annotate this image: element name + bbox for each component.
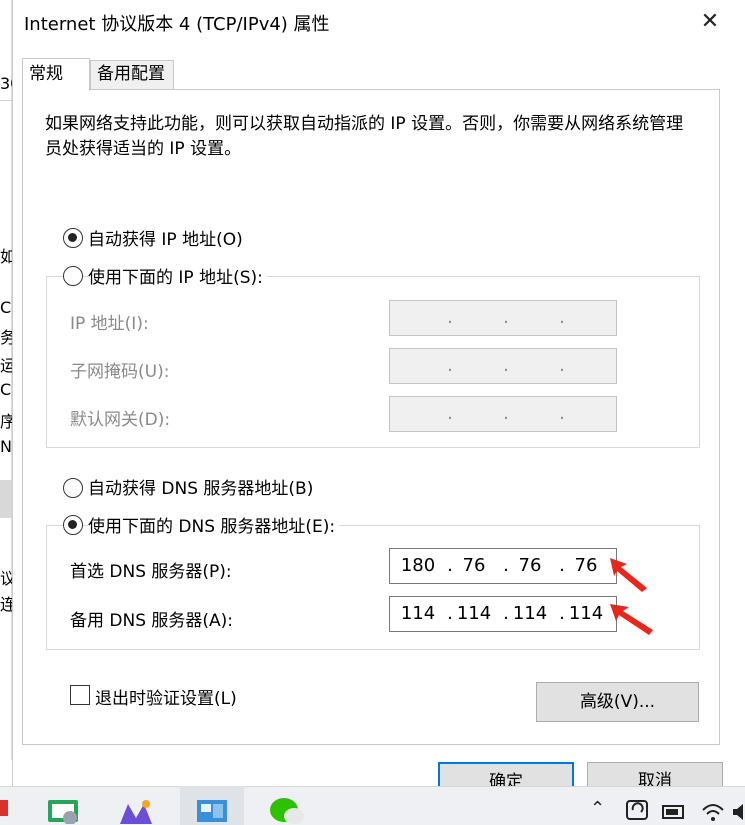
background-text-fragment: 务	[0, 328, 12, 347]
volume-icon[interactable]	[732, 800, 745, 824]
background-text-fragment: CI	[0, 298, 12, 317]
ip-dot: .	[447, 403, 453, 424]
background-text-fragment: 运	[0, 356, 12, 375]
auto-dns-radio-label[interactable]: 自动获得 DNS 服务器地址(B)	[88, 474, 318, 499]
ip-dot: .	[503, 307, 509, 328]
default-gateway-input: . . .	[389, 396, 617, 432]
arrow-icon	[610, 558, 647, 592]
ip-octet[interactable]: 76	[452, 555, 496, 576]
validate-on-exit-label[interactable]: 退出时验证设置(L)	[95, 684, 237, 709]
ip-octet[interactable]: 114	[508, 603, 552, 624]
ip-octet[interactable]: 114	[396, 603, 440, 624]
background-text-fragment: 议	[0, 569, 12, 588]
default-gateway-label: 默认网关(D):	[70, 410, 171, 430]
description-text: 如果网络支持此功能，则可以获取自动指派的 IP 设置。否则，你需要从网络系统管理…	[45, 114, 684, 159]
remote-desktop-icon[interactable]	[46, 796, 84, 824]
chevron-up-icon[interactable]: ⌃	[590, 798, 605, 819]
dialog-title: Internet 协议版本 4 (TCP/IPv4) 属性	[24, 14, 330, 35]
manual-dns-radio[interactable]	[63, 515, 83, 535]
background-divider	[0, 100, 12, 101]
background-text-fragment: 连	[0, 595, 12, 614]
app-m-icon[interactable]	[118, 798, 156, 825]
control-panel-icon[interactable]	[195, 798, 231, 824]
manual-ip-radio[interactable]	[63, 266, 83, 286]
tab-alternate-configuration[interactable]: 备用配置	[90, 60, 174, 89]
ip-octet[interactable]: 180	[396, 555, 440, 576]
sync-icon[interactable]	[625, 798, 651, 824]
auto-ip-radio[interactable]	[63, 228, 83, 248]
ip-dot: .	[447, 307, 453, 328]
ip-dot: .	[559, 403, 565, 424]
background-text-fragment: 序	[0, 412, 12, 431]
background-text-fragment: N/	[0, 437, 12, 456]
background-text-fragment: CI	[0, 380, 12, 399]
manual-ip-radio-label[interactable]: 使用下面的 IP 地址(S):	[88, 263, 267, 288]
battery-icon[interactable]	[661, 802, 689, 822]
ip-address-label: IP 地址(I):	[70, 314, 149, 334]
ip-dot: .	[503, 403, 509, 424]
ip-address-input: . . .	[389, 300, 617, 336]
manual-dns-radio-label[interactable]: 使用下面的 DNS 服务器地址(E):	[88, 512, 340, 537]
ip-octet[interactable]: 76	[508, 555, 552, 576]
tab-general[interactable]: 常规	[22, 58, 90, 91]
ip-dot: .	[447, 355, 453, 376]
background-text-fragment: 如	[0, 247, 12, 266]
app-icon[interactable]	[0, 798, 10, 818]
subnet-mask-input: . . .	[389, 348, 617, 384]
ip-dot: .	[559, 307, 565, 328]
arrow-icon	[610, 604, 653, 635]
annotation-arrows	[610, 558, 653, 635]
subnet-mask-label: 子网掩码(U):	[70, 362, 170, 382]
ip-dot: .	[559, 355, 565, 376]
auto-dns-radio[interactable]	[63, 478, 83, 498]
close-icon[interactable]: ✕	[698, 8, 722, 36]
wechat-icon[interactable]	[268, 796, 308, 825]
ip-octet[interactable]: 114	[564, 603, 608, 624]
preferred-dns-label: 首选 DNS 服务器(P):	[70, 562, 232, 582]
validate-on-exit-checkbox[interactable]	[70, 685, 90, 705]
background-gray-band	[0, 480, 12, 518]
preferred-dns-input[interactable]: 180 . 76 . 76 . 76	[389, 548, 617, 584]
wifi-icon[interactable]	[700, 800, 726, 824]
alternate-dns-input[interactable]: 114 . 114 . 114 . 114	[389, 596, 617, 632]
auto-ip-radio-label[interactable]: 自动获得 IP 地址(O)	[88, 225, 247, 250]
background-text-fragment: 30	[0, 74, 12, 93]
ip-dot: .	[503, 355, 509, 376]
ip-octet[interactable]: 76	[564, 555, 608, 576]
alternate-dns-label: 备用 DNS 服务器(A):	[70, 611, 234, 631]
advanced-button[interactable]: 高级(V)...	[536, 682, 699, 722]
ip-octet[interactable]: 114	[452, 603, 496, 624]
